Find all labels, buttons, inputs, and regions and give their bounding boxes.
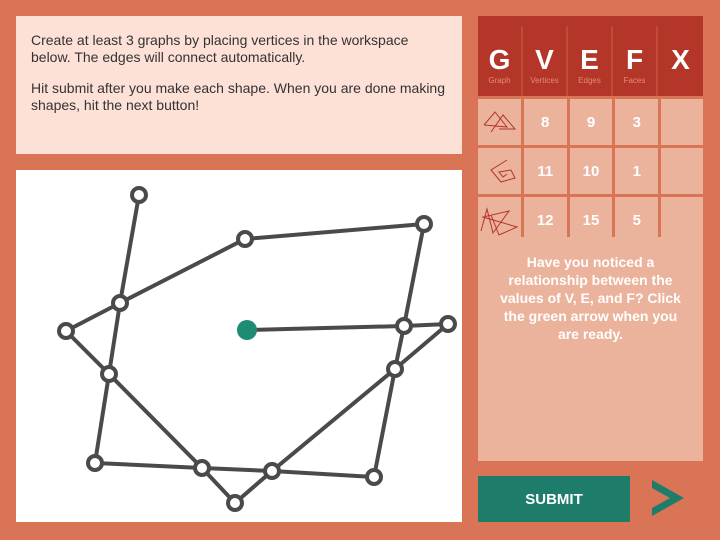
header-x: X <box>658 26 703 96</box>
vertex <box>365 468 383 486</box>
edge <box>65 221 427 478</box>
table-row: 8 9 3 <box>478 99 703 145</box>
vertex <box>193 459 211 477</box>
vertex <box>100 365 118 383</box>
faces-value: 3 <box>615 99 659 145</box>
header-letter: G <box>488 44 511 75</box>
vertex <box>395 317 413 335</box>
table-row: 11 10 1 <box>478 148 703 194</box>
x-value <box>661 99 703 145</box>
header-label: Vertices <box>530 76 559 85</box>
vertex <box>226 494 244 512</box>
active-vertex[interactable] <box>237 320 257 340</box>
edges-value: 9 <box>569 99 613 145</box>
edge <box>93 194 141 464</box>
instructions-text-1: Create at least 3 graphs by placing vert… <box>31 32 409 65</box>
next-arrow-icon[interactable] <box>650 478 684 518</box>
vertex <box>111 294 129 312</box>
vertex <box>130 186 148 204</box>
header-letter: X <box>671 44 690 75</box>
vertex <box>57 322 75 340</box>
header-faces: F Faces <box>613 26 658 96</box>
table-header: G Graph V Vertices E Edges F Faces X <box>478 16 703 96</box>
header-edges: E Edges <box>568 26 613 96</box>
workspace[interactable] <box>16 170 462 522</box>
hint-message: Have you noticed a relationship between … <box>478 237 703 461</box>
header-label: Faces <box>623 76 646 85</box>
graph-1-thumbnail <box>478 99 521 145</box>
vertex <box>386 360 404 378</box>
instructions-panel: Create at least 3 graphs by placing vert… <box>16 16 462 154</box>
header-graph: G Graph <box>478 26 523 96</box>
vertex <box>86 454 104 472</box>
header-label: Edges <box>578 76 601 85</box>
vertex <box>415 215 433 233</box>
x-value <box>661 148 703 194</box>
vertex <box>439 315 457 333</box>
graph-canvas[interactable] <box>16 170 462 522</box>
edge <box>94 461 375 479</box>
header-letter: E <box>580 44 599 75</box>
results-table: G Graph V Vertices E Edges F Faces X 8 9 3 1… <box>478 16 703 243</box>
edge <box>246 322 449 332</box>
vertices-value: 8 <box>523 99 567 145</box>
edges-value: 10 <box>569 148 613 194</box>
instructions-text-2: Hit submit after you make each shape. Wh… <box>31 80 445 113</box>
header-letter: V <box>535 44 554 75</box>
vertex <box>236 230 254 248</box>
header-letter: F <box>625 44 644 75</box>
header-label: Graph <box>488 76 511 85</box>
edges <box>64 194 450 506</box>
vertex <box>263 462 281 480</box>
faces-value: 1 <box>615 148 659 194</box>
header-vertices: V Vertices <box>523 26 568 96</box>
submit-button[interactable]: SUBMIT <box>478 476 630 522</box>
graph-2-thumbnail <box>478 148 521 194</box>
vertices-value: 11 <box>523 148 567 194</box>
edge <box>64 322 450 506</box>
